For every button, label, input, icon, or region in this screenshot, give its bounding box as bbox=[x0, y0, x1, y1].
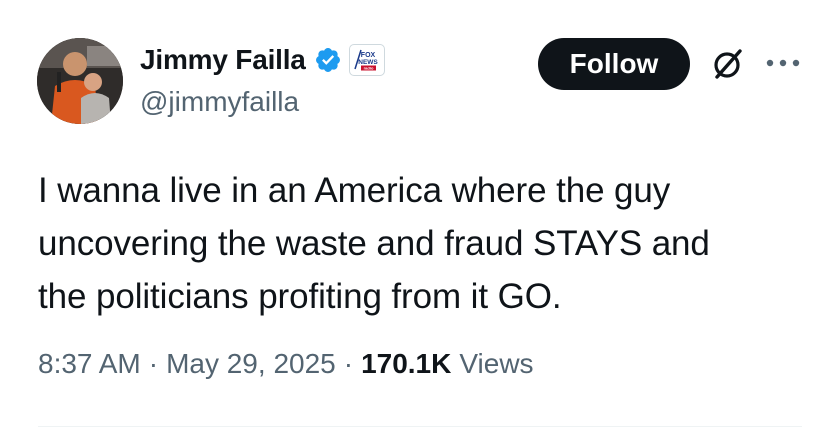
svg-text:FOX: FOX bbox=[360, 52, 375, 59]
tweet-text: I wanna live in an America where the guy… bbox=[38, 164, 798, 323]
follow-button[interactable]: Follow bbox=[538, 38, 690, 90]
meta-separator: · bbox=[148, 348, 159, 379]
tweet-text-line: uncovering the waste and fraud STAYS and bbox=[38, 224, 710, 263]
views-label: Views bbox=[459, 348, 534, 379]
grok-icon[interactable] bbox=[708, 44, 748, 84]
tweet-text-line: the politicians profiting from it GO. bbox=[38, 277, 562, 316]
tweet-meta: 8:37 AM · May 29, 2025 · 170.1K Views bbox=[38, 348, 534, 380]
avatar-image bbox=[37, 38, 123, 124]
fox-news-radio-badge-icon[interactable]: FOX NEWS radio bbox=[348, 44, 385, 76]
meta-separator: · bbox=[343, 348, 354, 379]
tweet-date[interactable]: May 29, 2025 bbox=[166, 348, 336, 380]
author-handle[interactable]: @jimmyfailla bbox=[140, 86, 299, 118]
author-name-row: Jimmy Failla FOX NEWS radio bbox=[140, 40, 385, 80]
more-options-icon[interactable] bbox=[763, 50, 803, 76]
tweet-text-line: I wanna live in an America where the guy bbox=[38, 171, 671, 210]
svg-text:radio: radio bbox=[363, 66, 373, 71]
tweet-time[interactable]: 8:37 AM bbox=[38, 348, 141, 380]
views-count[interactable]: 170.1K bbox=[361, 348, 451, 380]
author-display-name[interactable]: Jimmy Failla bbox=[140, 44, 306, 76]
divider bbox=[38, 426, 802, 427]
tweet: Jimmy Failla FOX NEWS radio @jimmyfailla… bbox=[0, 0, 840, 430]
verified-badge-icon[interactable] bbox=[314, 46, 342, 74]
avatar[interactable] bbox=[37, 38, 123, 124]
